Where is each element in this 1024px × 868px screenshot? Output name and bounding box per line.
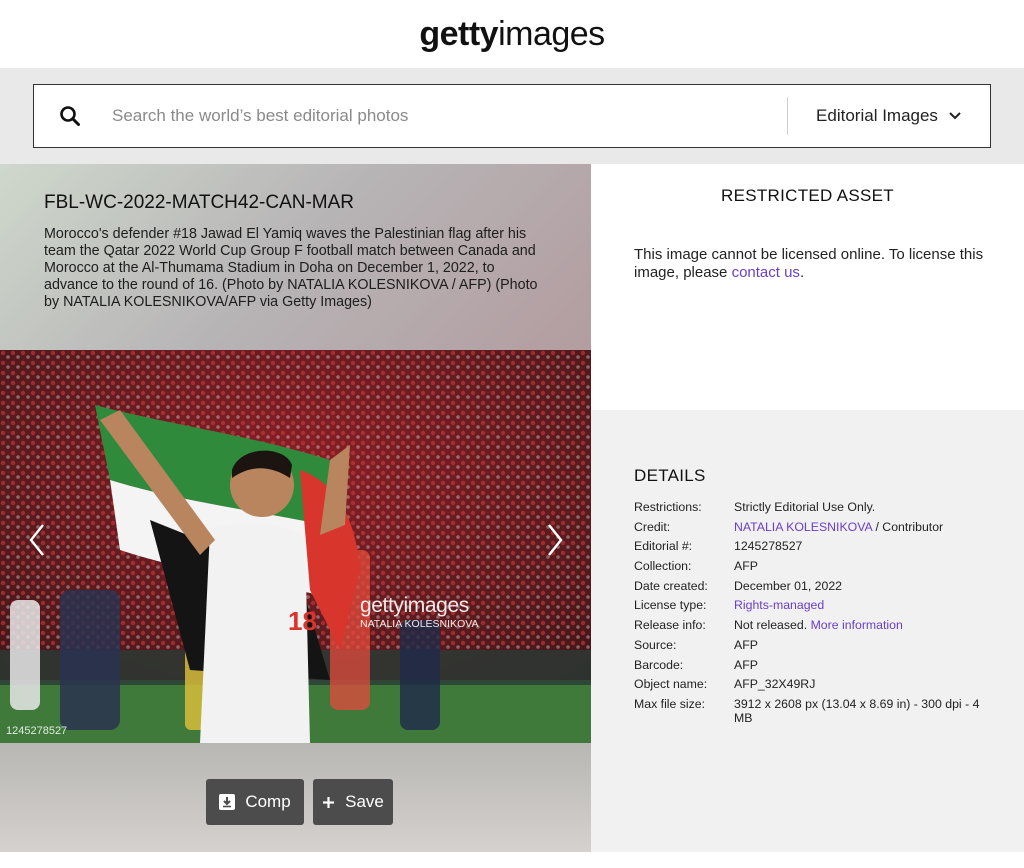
search-bar: Editorial Images <box>33 84 991 148</box>
detail-label: Credit: <box>634 519 671 534</box>
watermark-logo: gettyimages <box>360 594 469 617</box>
comp-label: Comp <box>245 792 291 811</box>
detail-row-license-type: License type: Rights-managed <box>634 598 984 612</box>
restricted-text: This image cannot be licensed online. To… <box>634 246 984 282</box>
detail-value: 1245278527 <box>734 539 803 554</box>
previous-image-button[interactable] <box>22 520 52 560</box>
asset-caption: Morocco's defender #18 Jawad El Yamiq wa… <box>44 226 538 310</box>
details-table: Restrictions: Strictly Editorial Use Onl… <box>634 500 984 731</box>
asset-photo[interactable]: 18 gettyimages NATALIA KOLESNIKOVA 12452… <box>0 350 591 743</box>
restricted-asset-panel: RESTRICTED ASSET This image cannot be li… <box>591 164 1024 410</box>
search-type-dropdown[interactable]: Editorial Images <box>788 85 990 147</box>
search-input[interactable] <box>106 85 787 147</box>
asset-actions: Comp Save <box>0 743 591 852</box>
chevron-down-icon <box>948 106 962 126</box>
site-header: gettyimages <box>0 0 1024 68</box>
detail-label: Barcode: <box>634 657 684 672</box>
detail-label: Max file size: <box>634 696 706 711</box>
detail-row-barcode: Barcode: AFP <box>634 658 984 672</box>
restricted-message: This image cannot be licensed online. To… <box>634 246 984 281</box>
chevron-left-icon <box>29 524 44 556</box>
detail-value: AFP_32X49RJ <box>734 677 816 692</box>
details-panel: DETAILS Restrictions: Strictly Editorial… <box>591 410 1024 852</box>
getty-images-logo[interactable]: gettyimages <box>419 14 605 54</box>
detail-value: NATALIA KOLESNIKOVA / Contributor <box>734 520 984 534</box>
details-title: DETAILS <box>634 466 706 485</box>
save-label: Save <box>345 792 384 811</box>
logo-bold-text: getty <box>419 14 499 53</box>
more-information-link[interactable]: More information <box>811 618 903 632</box>
detail-row-editorial-number: Editorial #: 1245278527 <box>634 539 984 553</box>
release-status: Not released. <box>734 618 811 633</box>
license-type-link[interactable]: Rights-managed <box>734 598 824 612</box>
detail-label: License type: <box>634 598 707 613</box>
detail-row-date-created: Date created: December 01, 2022 <box>634 579 984 593</box>
credit-suffix: / Contributor <box>872 519 944 534</box>
contact-us-link[interactable]: contact us <box>732 264 800 281</box>
watermark: gettyimages NATALIA KOLESNIKOVA <box>360 594 478 630</box>
credit-link[interactable]: NATALIA KOLESNIKOVA <box>734 520 872 534</box>
detail-value: AFP <box>734 637 758 652</box>
download-icon <box>219 794 236 810</box>
search-type-label: Editorial Images <box>816 106 938 125</box>
page-bottom <box>0 852 1024 868</box>
detail-row-source: Source: AFP <box>634 638 984 652</box>
detail-value: Strictly Editorial Use Only. <box>734 500 876 514</box>
detail-label: Restrictions: <box>634 500 702 514</box>
svg-text:18: 18 <box>288 606 317 636</box>
asset-info: FBL-WC-2022-MATCH42-CAN-MAR Morocco's de… <box>0 164 591 350</box>
restricted-title: RESTRICTED ASSET <box>721 186 894 205</box>
detail-value: December 01, 2022 <box>734 578 843 593</box>
detail-row-restrictions: Restrictions: Strictly Editorial Use Onl… <box>634 500 984 514</box>
watermark-name: NATALIA KOLESNIKOVA <box>360 618 479 630</box>
detail-label: Collection: <box>634 559 692 574</box>
asset-title: FBL-WC-2022-MATCH42-CAN-MAR <box>44 192 355 213</box>
detail-label: Date created: <box>634 578 708 593</box>
detail-label: Editorial #: <box>634 539 693 554</box>
logo-light-text: images <box>498 14 605 53</box>
detail-row-object-name: Object name: AFP_32X49RJ <box>634 677 984 691</box>
plus-icon <box>322 796 335 809</box>
search-icon[interactable] <box>34 85 106 147</box>
save-button[interactable]: Save <box>313 779 393 825</box>
detail-label: Release info: <box>634 618 706 633</box>
photo-id: 1245278527 <box>6 725 68 737</box>
next-image-button[interactable] <box>540 520 570 560</box>
detail-row-credit: Credit: NATALIA KOLESNIKOVA / Contributo… <box>634 520 984 534</box>
comp-download-button[interactable]: Comp <box>206 779 304 825</box>
detail-row-collection: Collection: AFP <box>634 559 984 573</box>
detail-label: Source: <box>634 637 677 652</box>
search-band: Editorial Images <box>0 68 1024 164</box>
photo-illustration: 18 <box>0 350 591 743</box>
asset-preview-panel: FBL-WC-2022-MATCH42-CAN-MAR Morocco's de… <box>0 164 591 852</box>
chevron-right-icon <box>548 524 563 556</box>
detail-value: 3912 x 2608 px (13.04 x 8.69 in) - 300 d… <box>734 696 980 725</box>
detail-value: Not released. More information <box>734 618 984 632</box>
detail-row-max-file-size: Max file size: 3912 x 2608 px (13.04 x 8… <box>634 697 984 725</box>
detail-value: AFP <box>734 559 758 574</box>
detail-label: Object name: <box>634 677 708 692</box>
detail-value: Rights-managed <box>734 598 984 612</box>
detail-value: AFP <box>734 657 758 672</box>
detail-row-release-info: Release info: Not released. More informa… <box>634 618 984 632</box>
restricted-message-end: . <box>799 264 805 281</box>
